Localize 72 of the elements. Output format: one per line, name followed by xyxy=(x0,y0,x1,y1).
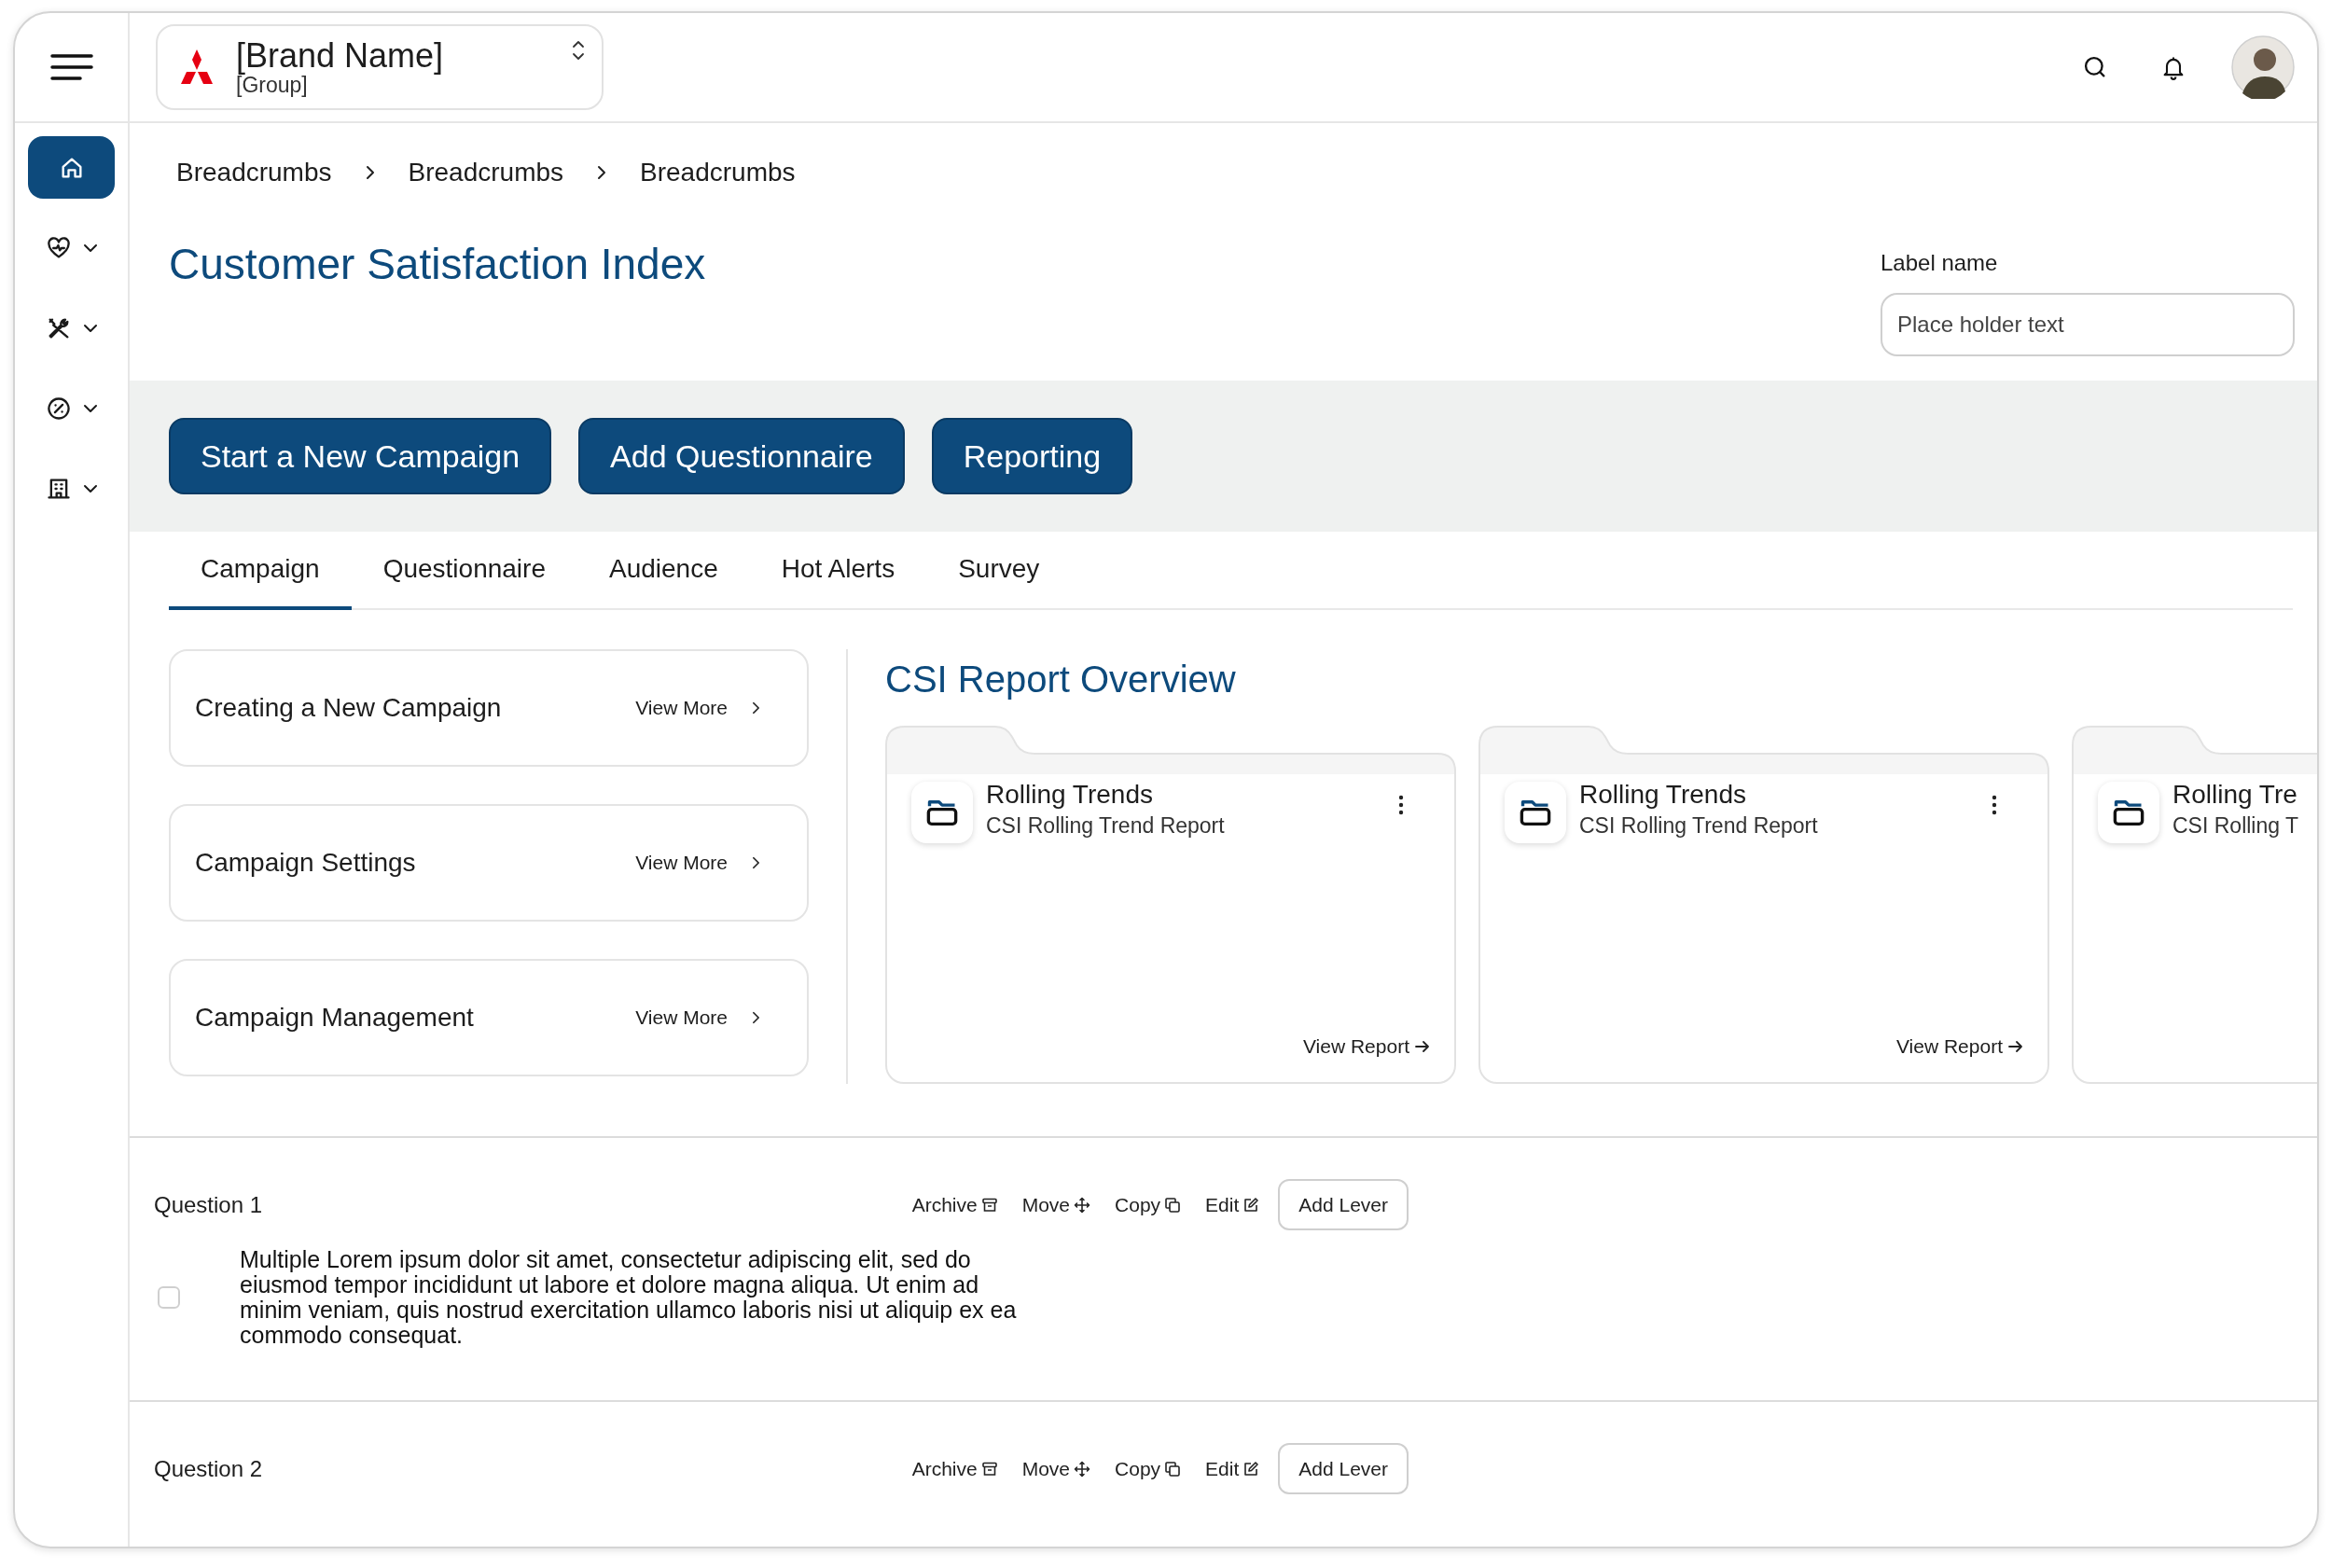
action-button[interactable]: Start a New Campaign xyxy=(169,418,552,495)
folder-icon xyxy=(911,782,973,844)
more-options-icon[interactable] xyxy=(1398,795,1404,816)
tab[interactable]: Hot Alerts xyxy=(749,532,927,611)
folder-icon xyxy=(1505,782,1566,844)
archive-icon xyxy=(980,1196,998,1214)
action-button[interactable]: Reporting xyxy=(931,418,1133,495)
breadcrumb-link[interactable]: Breadcrumbs xyxy=(176,158,332,187)
tab[interactable]: Survey xyxy=(926,532,1072,611)
chevron-right-icon xyxy=(752,1011,760,1025)
copy-icon xyxy=(1164,1196,1182,1214)
folder-icon xyxy=(2098,782,2159,844)
move-icon xyxy=(1074,1460,1091,1478)
sort-icon xyxy=(572,39,585,62)
page-title: Customer Satisfaction Index xyxy=(169,239,707,290)
topic-title: Campaign Management xyxy=(195,1003,475,1034)
report-title: Rolling Trends xyxy=(986,780,1154,811)
topic-card[interactable]: Creating a New Campaign View More xyxy=(169,649,809,768)
report-subtitle: CSI Rolling Trend Report xyxy=(986,813,1226,840)
archive-icon xyxy=(980,1460,998,1478)
topic-card[interactable]: Campaign Management View More xyxy=(169,959,809,1077)
action-link[interactable]: Move xyxy=(1021,1457,1091,1480)
more-options-icon[interactable] xyxy=(1992,795,1997,816)
action-link[interactable]: Archive xyxy=(911,1193,998,1216)
report-subtitle: CSI Rolling Trend Report xyxy=(1579,813,1819,840)
view-report-link[interactable]: View Report xyxy=(1896,1035,2003,1059)
view-report-link[interactable]: View Report xyxy=(1303,1035,1409,1059)
chevron-right-icon xyxy=(365,165,375,180)
view-more-link[interactable]: View More xyxy=(635,1006,728,1030)
topic-title: Campaign Settings xyxy=(195,848,417,879)
breadcrumb-link[interactable]: Breadcrumbs xyxy=(640,158,796,187)
avatar[interactable] xyxy=(2231,35,2295,99)
view-more-link[interactable]: View More xyxy=(635,852,728,875)
action-link[interactable]: Move xyxy=(1021,1193,1091,1216)
option-text: Multiple Lorem ipsum dolor sit amet, consectetur adipiscing elit, sed do eiusmod tempor incididunt ut labore et dolore magna aliqua. Ut enim ad minim veniam, quis nostrud exercitation ullamco laboris nisi ut aliquip ex ea commodo consequat. xyxy=(240,1247,1018,1349)
action-link[interactable]: Edit xyxy=(1205,1193,1260,1216)
arrow-right-icon xyxy=(1415,1040,1430,1054)
copy-icon xyxy=(1164,1460,1182,1478)
chevron-right-icon xyxy=(752,856,760,870)
field-label: Label name xyxy=(1881,250,1999,277)
chevron-right-icon xyxy=(752,701,760,715)
action-link[interactable]: Archive xyxy=(911,1457,998,1480)
action-link[interactable]: Copy xyxy=(1115,1457,1182,1480)
action-link[interactable]: Edit xyxy=(1205,1457,1260,1480)
breadcrumb-link[interactable]: Breadcrumbs xyxy=(408,158,564,187)
section-title: CSI Report Overview xyxy=(885,658,1237,702)
tab[interactable]: Audience xyxy=(577,532,750,611)
percent-badge-icon xyxy=(45,395,72,422)
sidebar-item[interactable] xyxy=(28,136,115,199)
topic-card[interactable]: Campaign Settings View More xyxy=(169,804,809,923)
add-lever-button[interactable]: Add Lever xyxy=(1278,1443,1409,1495)
question-title: Question 1 xyxy=(154,1191,263,1218)
tab[interactable]: Campaign xyxy=(169,532,352,611)
report-title: Rolling Tre xyxy=(2172,780,2298,811)
chevron-right-icon xyxy=(597,165,607,180)
report-title: Rolling Trends xyxy=(1579,780,1747,811)
action-link[interactable]: Copy xyxy=(1115,1193,1182,1216)
topic-title: Creating a New Campaign xyxy=(195,693,503,724)
brand-selector[interactable]: [Brand Name] [Group] xyxy=(156,24,604,110)
tab[interactable]: Questionnaire xyxy=(351,532,577,611)
edit-icon xyxy=(1242,1196,1260,1214)
arrow-right-icon xyxy=(2008,1040,2023,1054)
add-lever-button[interactable]: Add Lever xyxy=(1278,1179,1409,1231)
question-title: Question 2 xyxy=(154,1455,263,1482)
action-button[interactable]: Add Questionnaire xyxy=(578,418,905,495)
input-field[interactable]: Place holder text xyxy=(1881,293,2295,357)
move-icon xyxy=(1074,1196,1091,1214)
menu-icon[interactable] xyxy=(49,53,93,81)
edit-icon xyxy=(1242,1460,1260,1478)
report-subtitle: CSI Rolling T xyxy=(2172,813,2300,840)
checkbox[interactable] xyxy=(158,1286,180,1310)
view-more-link[interactable]: View More xyxy=(635,697,728,720)
